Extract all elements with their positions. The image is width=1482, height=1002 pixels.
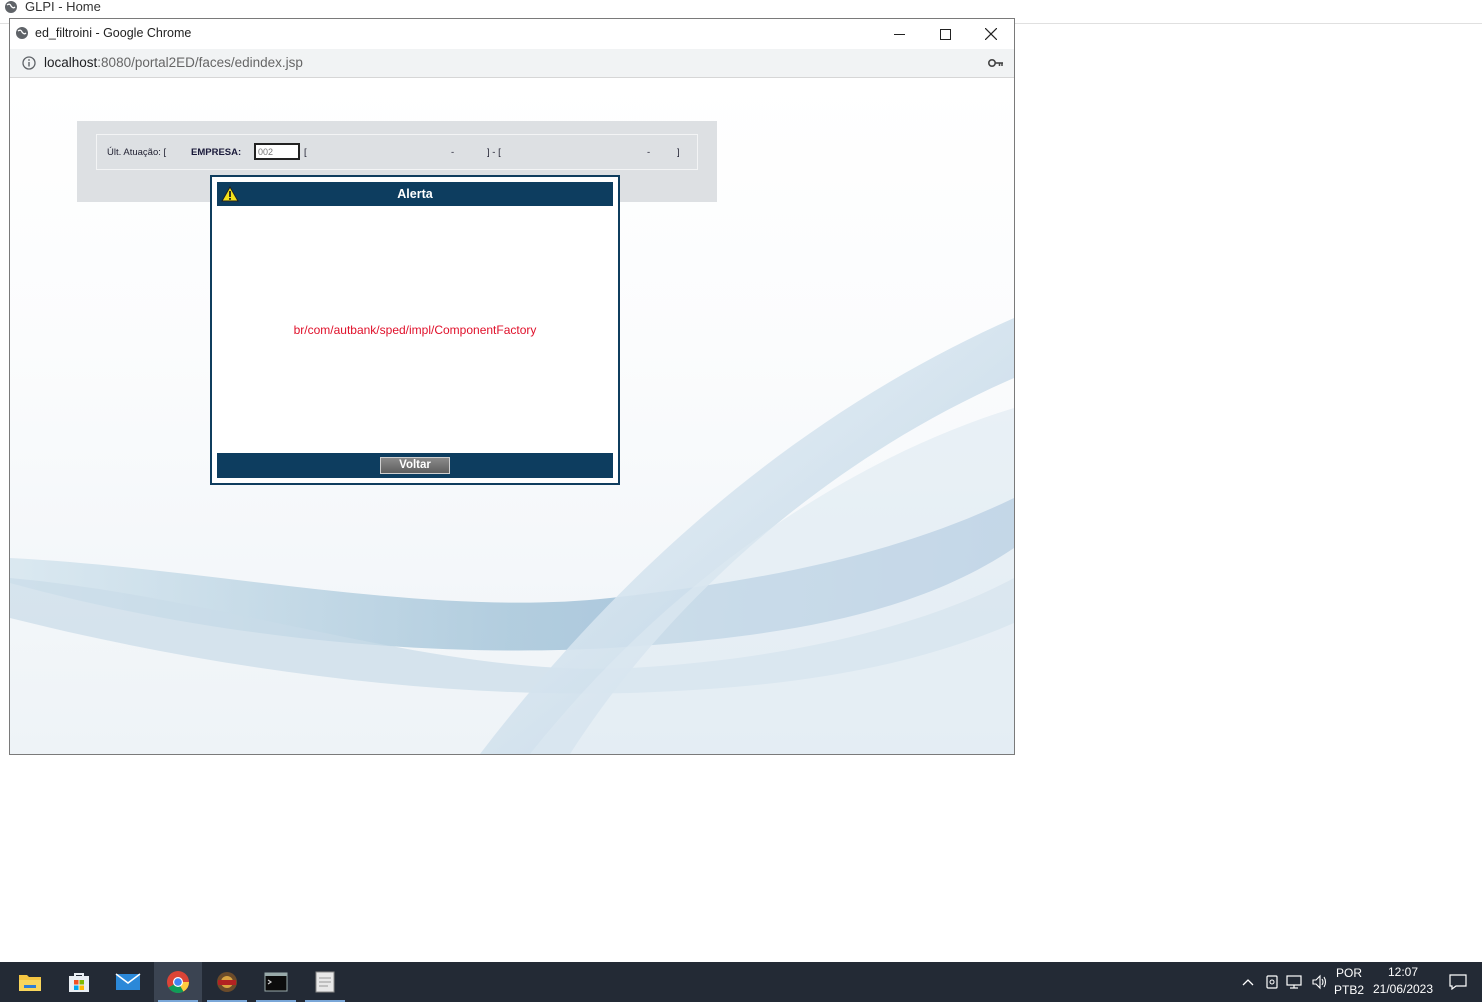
language-indicator[interactable]: POR PTB2 <box>1334 965 1364 999</box>
window-titlebar[interactable]: ed_filtroini - Google Chrome <box>10 19 1014 49</box>
network-icon <box>1286 975 1302 989</box>
clock[interactable]: 12:07 21/06/2023 <box>1370 964 1436 998</box>
clock-date: 21/06/2023 <box>1372 982 1434 996</box>
taskbar-notepad[interactable] <box>301 962 349 1002</box>
maximize-button[interactable] <box>922 19 968 49</box>
tray-overflow-button[interactable] <box>1238 962 1258 1002</box>
chevron-up-icon <box>1242 979 1254 986</box>
maximize-icon <box>939 28 951 40</box>
alert-message: br/com/autbank/sped/impl/ComponentFactor… <box>293 323 537 337</box>
chrome-popup-window: ed_filtroini - Google Chrome localhost:8… <box>9 18 1015 755</box>
dash-separator: - <box>451 147 455 158</box>
url-path: :8080/portal2ED/faces/edindex.jsp <box>97 55 303 70</box>
keyboard-layout: PTB2 <box>1334 983 1365 997</box>
alert-header: Alerta <box>217 182 613 206</box>
taskbar-terminal[interactable] <box>252 962 300 1002</box>
taskbar: POR PTB2 12:07 21/06/2023 <box>0 962 1482 1002</box>
info-icon[interactable] <box>22 56 36 70</box>
globe-icon <box>16 27 28 39</box>
clock-time: 12:07 <box>1387 965 1419 979</box>
page-content: Últ. Atuação: [ EMPRESA: [ - ] - [ - ] A… <box>10 78 1014 754</box>
mail-icon <box>115 973 141 990</box>
voltar-button[interactable]: Voltar <box>380 457 450 474</box>
close-icon <box>985 28 997 40</box>
file-explorer-icon <box>19 975 41 991</box>
empresa-input[interactable] <box>254 143 300 160</box>
alert-footer: Voltar <box>217 453 613 478</box>
app-icon <box>217 972 237 992</box>
tray-network-button[interactable] <box>1284 962 1306 1002</box>
window-title: ed_filtroini - Google Chrome <box>35 26 192 40</box>
tray-volume-button[interactable] <box>1309 962 1331 1002</box>
device-icon <box>1266 975 1278 989</box>
range-separator: ] - [ <box>487 147 501 158</box>
url-text[interactable]: localhost:8080/portal2ED/faces/edindex.j… <box>44 55 303 70</box>
ult-atuacao-label: Últ. Atuação: [ <box>107 147 167 158</box>
taskbar-file-explorer[interactable] <box>6 962 54 1002</box>
volume-icon <box>1312 974 1327 990</box>
tray-meet-button[interactable] <box>1262 962 1282 1002</box>
alert-dialog: Alerta br/com/autbank/sped/impl/Componen… <box>210 175 620 485</box>
notepad-icon <box>315 971 335 993</box>
dash-separator: - <box>647 147 651 158</box>
minimize-icon <box>893 33 905 35</box>
globe-icon <box>5 1 17 13</box>
background-tab-title: GLPI - Home <box>25 0 101 14</box>
minimize-button[interactable] <box>876 19 922 49</box>
notification-icon <box>1449 974 1467 990</box>
taskbar-chrome[interactable] <box>154 962 202 1002</box>
bracket-close: ] <box>677 147 680 158</box>
notifications-button[interactable] <box>1444 962 1472 1002</box>
taskbar-app[interactable] <box>203 962 251 1002</box>
bracket-open: [ <box>304 147 307 158</box>
address-bar[interactable]: localhost:8080/portal2ED/faces/edindex.j… <box>10 49 1014 78</box>
taskbar-mail[interactable] <box>104 962 152 1002</box>
taskbar-store[interactable] <box>55 962 103 1002</box>
chrome-icon <box>167 971 189 993</box>
filter-row: Últ. Atuação: [ EMPRESA: [ - ] - [ - ] <box>96 134 698 170</box>
close-button[interactable] <box>968 19 1014 49</box>
terminal-icon <box>264 972 288 992</box>
empresa-label: EMPRESA: <box>191 147 242 158</box>
store-icon <box>69 973 89 992</box>
url-host: localhost <box>44 55 98 70</box>
language-code: POR <box>1335 966 1362 980</box>
alert-title: Alerta <box>397 187 433 201</box>
key-icon[interactable] <box>988 57 1004 69</box>
